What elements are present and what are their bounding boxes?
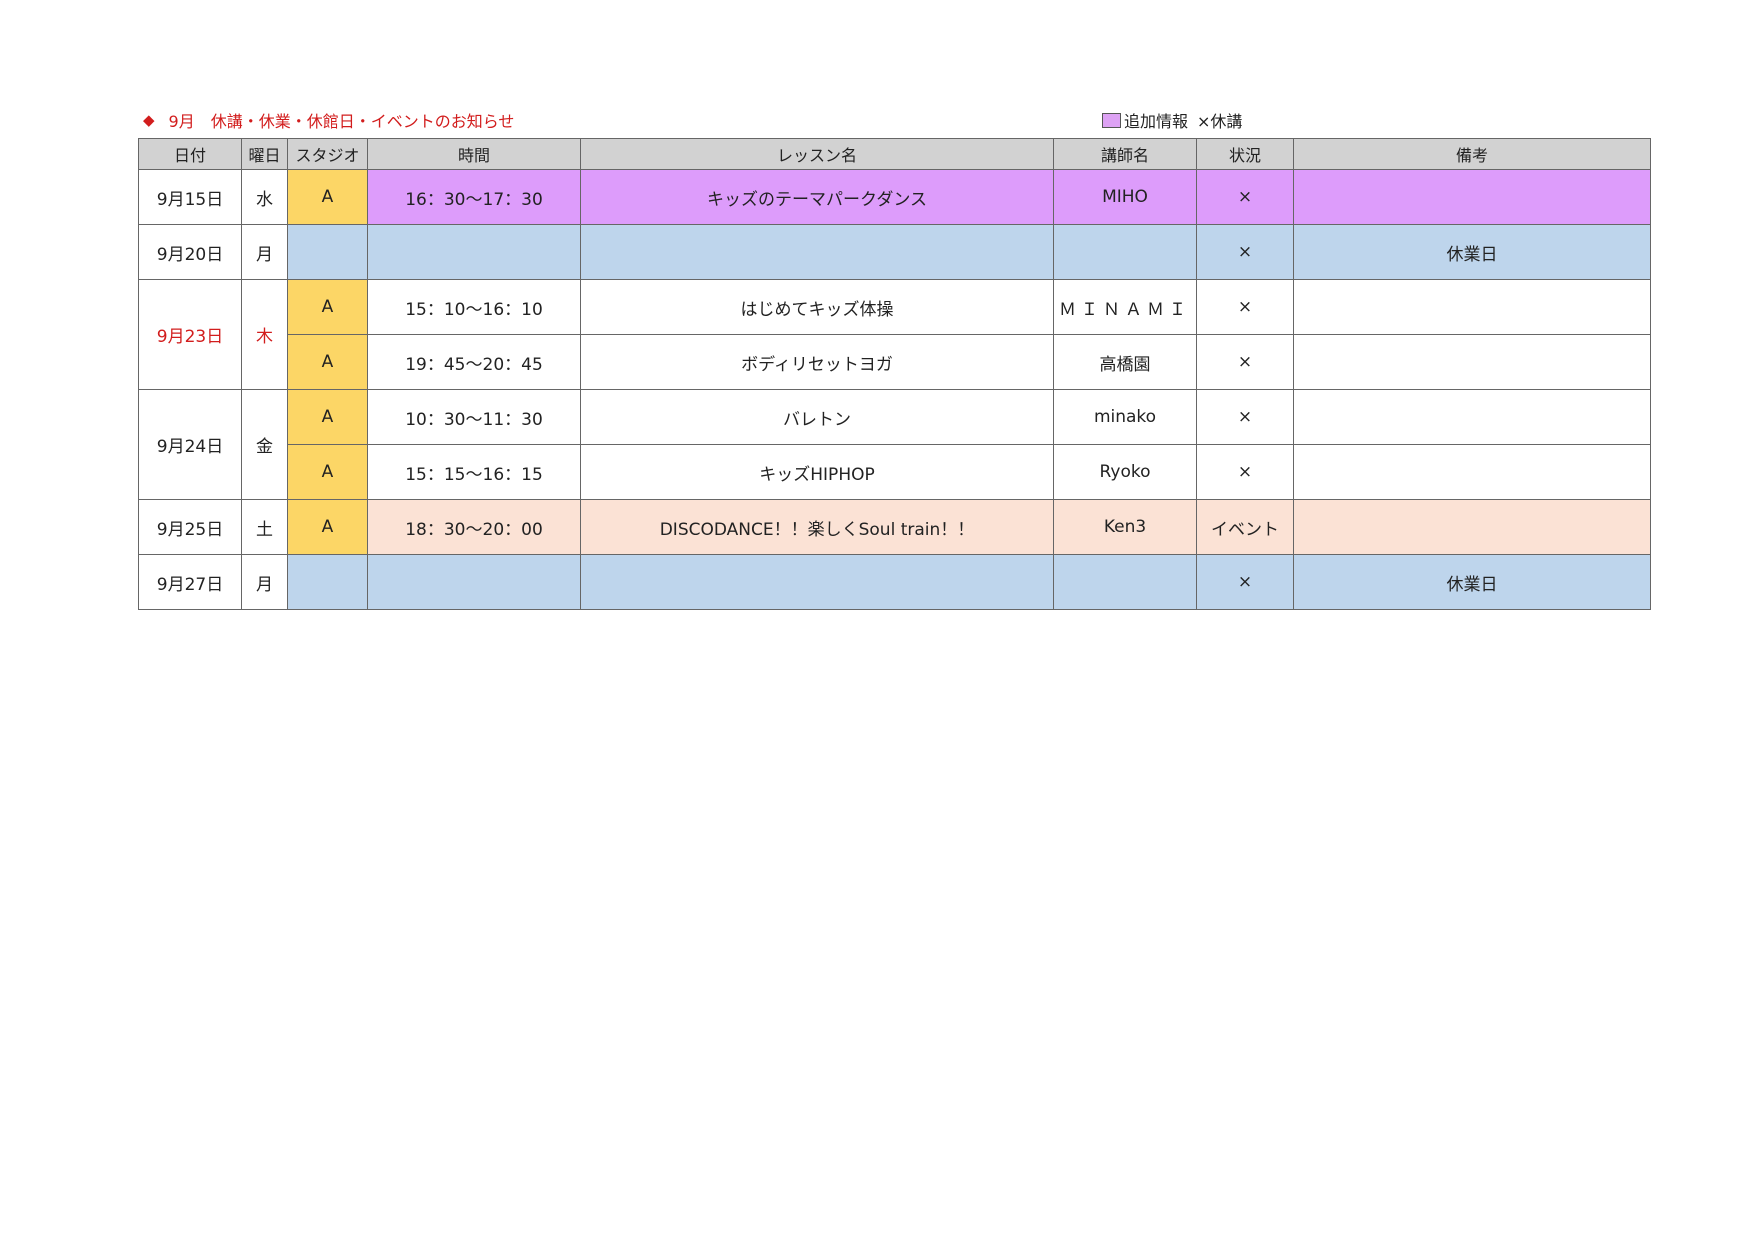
note-cell [1293, 169, 1651, 225]
note-cell [1293, 389, 1651, 445]
studio-cell [287, 224, 368, 280]
weekday-cell: 金 [241, 389, 288, 500]
date-cell: 9月23日 [138, 279, 242, 390]
col-header-studio: スタジオ [287, 138, 368, 170]
lesson-cell: ボディリセットヨガ [580, 334, 1054, 390]
status-cell: × [1196, 554, 1294, 610]
time-cell [367, 224, 581, 280]
legend-extra-info-label: 追加情報 [1124, 112, 1189, 131]
instructor-cell [1053, 554, 1197, 610]
table-row: 9月25日 土 A 18：30～20：00 DISCODANCE！！楽しくSou… [138, 499, 1651, 555]
legend-swatch-purple [1102, 112, 1121, 128]
time-cell: 19：45～20：45 [367, 334, 581, 390]
lesson-cell [580, 224, 1054, 280]
date-cell: 9月15日 [138, 169, 242, 225]
note-cell: 休業日 [1293, 224, 1651, 280]
status-cell: × [1196, 444, 1294, 500]
table-row: 9月20日 月 × 休業日 [138, 224, 1651, 280]
studio-cell: A [287, 334, 368, 390]
studio-cell: A [287, 389, 368, 445]
table-row: A 19：45～20：45 ボディリセットヨガ 高橋園 × [139, 334, 1651, 390]
lesson-cell: DISCODANCE！！楽しくSoul train！！ [580, 499, 1054, 555]
weekday-cell: 月 [241, 224, 288, 280]
status-cell: × [1196, 169, 1294, 225]
diamond-icon: ◆ [143, 111, 155, 129]
col-header-status: 状況 [1196, 138, 1294, 170]
date-cell: 9月24日 [138, 389, 242, 500]
lesson-cell: バレトン [580, 389, 1054, 445]
date-cell: 9月27日 [138, 554, 242, 610]
status-cell: × [1196, 279, 1294, 335]
studio-cell: A [287, 444, 368, 500]
schedule-table: 日付 曜日 スタジオ 時間 レッスン名 講師名 状況 備考 9月15日 水 A … [138, 138, 1651, 610]
col-header-lesson: レッスン名 [580, 138, 1054, 170]
instructor-cell: Ken3 [1053, 499, 1197, 555]
studio-cell [287, 554, 368, 610]
col-header-date: 日付 [138, 138, 242, 170]
lesson-cell: はじめてキッズ体操 [580, 279, 1054, 335]
time-cell [367, 554, 581, 610]
lesson-cell: キッズのテーマパークダンス [580, 169, 1054, 225]
notice-title-text: 9月 休講・休業・休館日・イベントのお知らせ [168, 112, 515, 131]
status-cell: × [1196, 389, 1294, 445]
instructor-cell [1053, 224, 1197, 280]
legend-cancel-label: ×休講 [1197, 112, 1243, 131]
table-row: 9月23日 木 A 15：10～16：10 はじめてキッズ体操 ＭＩＮＡＭＩ × [138, 279, 1651, 390]
col-header-weekday: 曜日 [241, 138, 288, 170]
lesson-cell: キッズHIPHOP [580, 444, 1054, 500]
weekday-cell: 月 [241, 554, 288, 610]
note-cell [1293, 499, 1651, 555]
instructor-cell: Ryoko [1053, 444, 1197, 500]
note-cell [1293, 444, 1651, 500]
instructor-cell: minako [1053, 389, 1197, 445]
table-row: 9月24日 金 A 10：30～11：30 バレトン minako × [138, 389, 1651, 500]
time-cell: 16：30～17：30 [367, 169, 581, 225]
time-cell: 18：30～20：00 [367, 499, 581, 555]
note-cell: 休業日 [1293, 554, 1651, 610]
studio-cell: A [287, 499, 368, 555]
table-row: A 15：15～16：15 キッズHIPHOP Ryoko × [139, 444, 1651, 500]
status-cell: イベント [1196, 499, 1294, 555]
col-header-note: 備考 [1293, 138, 1651, 170]
time-cell: 15：15～16：15 [367, 444, 581, 500]
col-header-time: 時間 [367, 138, 581, 170]
instructor-cell: 高橋園 [1053, 334, 1197, 390]
status-cell: × [1196, 224, 1294, 280]
table-row: 9月15日 水 A 16：30～17：30 キッズのテーマパークダンス MIHO… [138, 169, 1651, 225]
studio-cell: A [287, 169, 368, 225]
table-row: 9月27日 月 × 休業日 [138, 554, 1651, 610]
legend: 追加情報 ×休講 [1102, 108, 1242, 132]
instructor-cell: MIHO [1053, 169, 1197, 225]
status-cell: × [1196, 334, 1294, 390]
weekday-cell: 土 [241, 499, 288, 555]
lesson-cell [580, 554, 1054, 610]
col-header-instructor: 講師名 [1053, 138, 1197, 170]
studio-cell: A [287, 279, 368, 335]
note-cell [1293, 334, 1651, 390]
weekday-cell: 木 [241, 279, 288, 390]
table-header-row: 日付 曜日 スタジオ 時間 レッスン名 講師名 状況 備考 [138, 138, 1651, 170]
note-cell [1293, 279, 1651, 335]
time-cell: 10：30～11：30 [367, 389, 581, 445]
date-cell: 9月20日 [138, 224, 242, 280]
date-cell: 9月25日 [138, 499, 242, 555]
notice-title: ◆ 9月 休講・休業・休館日・イベントのお知らせ [143, 108, 514, 132]
time-cell: 15：10～16：10 [367, 279, 581, 335]
instructor-cell: ＭＩＮＡＭＩ [1053, 279, 1197, 335]
weekday-cell: 水 [241, 169, 288, 225]
